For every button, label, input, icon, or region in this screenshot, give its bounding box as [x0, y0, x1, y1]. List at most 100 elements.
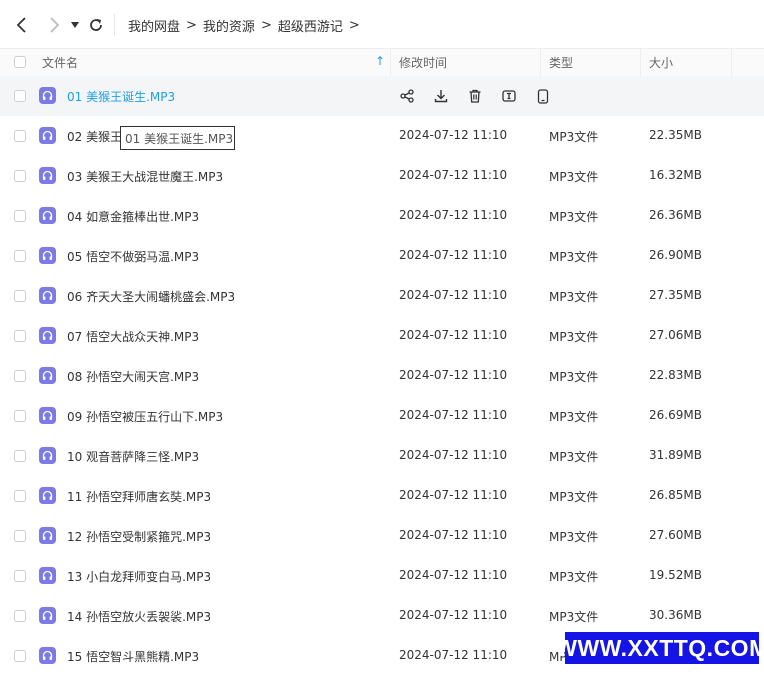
- file-modified-time: 2024-07-12 11:10: [399, 208, 508, 222]
- file-name[interactable]: 03 美猴王大战混世魔王.MP3: [67, 168, 223, 185]
- row-checkbox[interactable]: [14, 650, 26, 662]
- table-row[interactable]: 10 观音菩萨降三怪.MP3 2024-07-12 11:10 MP3文件 31…: [0, 436, 764, 476]
- file-type: MP3文件: [549, 450, 599, 464]
- row-checkbox[interactable]: [14, 410, 26, 422]
- audio-file-icon: [39, 647, 56, 664]
- table-row[interactable]: 07 悟空大战众天神.MP3 2024-07-12 11:10 MP3文件 27…: [0, 316, 764, 356]
- delete-icon[interactable]: [466, 88, 484, 104]
- row-checkbox[interactable]: [14, 450, 26, 462]
- row-checkbox[interactable]: [14, 90, 26, 102]
- file-type: MP3文件: [549, 210, 599, 224]
- phone-icon[interactable]: [534, 88, 552, 104]
- back-arrow-icon[interactable]: [14, 16, 30, 34]
- file-size: 26.69MB: [649, 408, 702, 422]
- forward-arrow-icon[interactable]: [46, 16, 62, 34]
- column-time[interactable]: 修改时间: [399, 49, 447, 76]
- file-modified-time: 2024-07-12 11:10: [399, 328, 508, 342]
- file-size: 22.83MB: [649, 368, 702, 382]
- chevron-right-icon: >: [186, 18, 197, 33]
- audio-file-icon: [39, 527, 56, 544]
- table-row[interactable]: 01 美猴王诞生.MP3: [0, 76, 764, 116]
- file-size: 26.36MB: [649, 208, 702, 222]
- column-divider[interactable]: [390, 49, 391, 76]
- nav-divider: [114, 14, 115, 36]
- table-row[interactable]: 04 如意金箍棒出世.MP3 2024-07-12 11:10 MP3文件 26…: [0, 196, 764, 236]
- row-checkbox[interactable]: [14, 250, 26, 262]
- file-name[interactable]: 08 孙悟空大闹天宫.MP3: [67, 368, 199, 385]
- file-size: 16.32MB: [649, 168, 702, 182]
- file-name[interactable]: 10 观音菩萨降三怪.MP3: [67, 448, 199, 465]
- table-row[interactable]: 05 悟空不做弼马温.MP3 2024-07-12 11:10 MP3文件 26…: [0, 236, 764, 276]
- file-modified-time: 2024-07-12 11:10: [399, 368, 508, 382]
- table-row[interactable]: 03 美猴王大战混世魔王.MP3 2024-07-12 11:10 MP3文件 …: [0, 156, 764, 196]
- column-type[interactable]: 类型: [549, 49, 573, 76]
- row-checkbox[interactable]: [14, 130, 26, 142]
- audio-file-icon: [39, 567, 56, 584]
- column-size[interactable]: 大小: [649, 49, 673, 76]
- table-row[interactable]: 13 小白龙拜师变白马.MP3 2024-07-12 11:10 MP3文件 1…: [0, 556, 764, 596]
- table-row[interactable]: 08 孙悟空大闹天宫.MP3 2024-07-12 11:10 MP3文件 22…: [0, 356, 764, 396]
- file-name[interactable]: 09 孙悟空被压五行山下.MP3: [67, 408, 223, 425]
- file-type: MP3文件: [549, 250, 599, 264]
- share-icon[interactable]: [398, 88, 416, 104]
- chevron-right-icon[interactable]: >: [349, 18, 360, 33]
- file-size: 26.90MB: [649, 248, 702, 262]
- table-row[interactable]: 06 齐天大圣大闹蟠桃盛会.MP3 2024-07-12 11:10 MP3文件…: [0, 276, 764, 316]
- file-name[interactable]: 04 如意金箍棒出世.MP3: [67, 208, 199, 225]
- file-name[interactable]: 05 悟空不做弼马温.MP3: [67, 248, 199, 265]
- column-time-label: 修改时间: [399, 56, 448, 70]
- file-size: 31.89MB: [649, 448, 702, 462]
- row-checkbox[interactable]: [14, 530, 26, 542]
- breadcrumb-item[interactable]: 我的网盘: [128, 16, 180, 35]
- file-name[interactable]: 07 悟空大战众天神.MP3: [67, 328, 199, 345]
- column-name[interactable]: 文件名: [42, 49, 78, 76]
- file-type: MP3文件: [549, 570, 599, 584]
- row-checkbox[interactable]: [14, 170, 26, 182]
- refresh-icon[interactable]: [88, 17, 104, 33]
- file-type: MP3文件: [549, 610, 599, 624]
- row-checkbox[interactable]: [14, 570, 26, 582]
- file-size: 27.35MB: [649, 288, 702, 302]
- audio-file-icon: [39, 287, 56, 304]
- table-row[interactable]: 11 孙悟空拜师唐玄奘.MP3 2024-07-12 11:10 MP3文件 2…: [0, 476, 764, 516]
- file-size: 22.35MB: [649, 128, 702, 142]
- audio-file-icon: [39, 167, 56, 184]
- table-row[interactable]: 14 孙悟空放火丢袈裟.MP3 2024-07-12 11:10 MP3文件 3…: [0, 596, 764, 636]
- row-checkbox[interactable]: [14, 610, 26, 622]
- file-name[interactable]: 02 美猴王: [67, 128, 122, 145]
- file-name[interactable]: 01 美猴王诞生.MP3: [67, 88, 175, 105]
- file-size: 26.85MB: [649, 488, 702, 502]
- file-name[interactable]: 13 小白龙拜师变白马.MP3: [67, 568, 211, 585]
- column-divider[interactable]: [540, 49, 541, 76]
- rename-icon[interactable]: [500, 88, 518, 104]
- breadcrumb-item[interactable]: 我的资源: [203, 16, 255, 35]
- column-divider[interactable]: [640, 49, 641, 76]
- row-checkbox[interactable]: [14, 210, 26, 222]
- audio-file-icon: [39, 487, 56, 504]
- row-actions: [398, 88, 568, 104]
- table-row[interactable]: 02 美猴王 2024-07-12 11:10 MP3文件 22.35MB: [0, 116, 764, 156]
- file-modified-time: 2024-07-12 11:10: [399, 128, 508, 142]
- row-checkbox[interactable]: [14, 370, 26, 382]
- file-modified-time: 2024-07-12 11:10: [399, 648, 508, 662]
- file-name[interactable]: 11 孙悟空拜师唐玄奘.MP3: [67, 488, 211, 505]
- row-checkbox[interactable]: [14, 490, 26, 502]
- download-icon[interactable]: [432, 88, 450, 104]
- sort-ascending-icon[interactable]: ↑: [375, 54, 385, 68]
- table-row[interactable]: 12 孙悟空受制紧箍咒.MP3 2024-07-12 11:10 MP3文件 2…: [0, 516, 764, 556]
- history-dropdown-icon[interactable]: [70, 20, 80, 30]
- row-checkbox[interactable]: [14, 290, 26, 302]
- column-divider[interactable]: [731, 49, 732, 76]
- file-name[interactable]: 12 孙悟空受制紧箍咒.MP3: [67, 528, 211, 545]
- column-size-label: 大小: [649, 56, 674, 70]
- breadcrumb-item[interactable]: 超级西游记: [278, 16, 343, 35]
- audio-file-icon: [39, 607, 56, 624]
- row-checkbox[interactable]: [14, 330, 26, 342]
- select-all-checkbox[interactable]: [14, 56, 26, 68]
- file-name[interactable]: 06 齐天大圣大闹蟠桃盛会.MP3: [67, 288, 235, 305]
- table-row[interactable]: 09 孙悟空被压五行山下.MP3 2024-07-12 11:10 MP3文件 …: [0, 396, 764, 436]
- file-name[interactable]: 15 悟空智斗黑熊精.MP3: [67, 648, 199, 665]
- file-name[interactable]: 14 孙悟空放火丢袈裟.MP3: [67, 608, 211, 625]
- file-modified-time: 2024-07-12 11:10: [399, 248, 508, 262]
- filename-tooltip: 01 美猴王诞生.MP3: [120, 126, 235, 150]
